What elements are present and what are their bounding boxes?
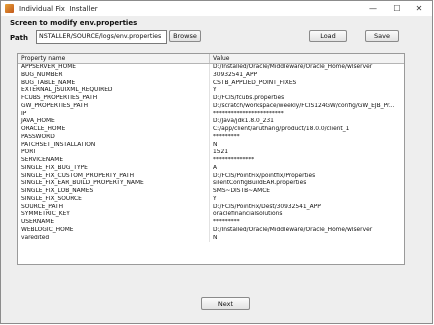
property-name-cell[interactable]: SINGLE_FIX_LOB_NAMES [18,188,210,196]
property-value-cell[interactable]: Y [210,196,404,204]
table-row[interactable]: JAVA_HOME D:/Java/jdk1.8.0_231 [18,118,404,126]
property-name-cell[interactable]: WEBLOGIC_HOME [18,226,210,235]
property-value-cell[interactable]: A [210,165,404,173]
table-row[interactable]: SINGLE_FIX_CUSTOM_PROPERTY_PATH D:/FCIS/P… [18,172,404,181]
property-value-cell[interactable]: 30932541_APP [210,72,404,80]
next-button[interactable]: Next [201,297,250,310]
maximize-icon[interactable]: ☐ [386,1,408,16]
property-name-cell[interactable]: PASSWORD [18,133,210,142]
property-value-cell[interactable]: D:/Installed/Oracle/Middleware/Oracle_Ho… [210,64,404,72]
browse-button[interactable]: Browse [169,30,201,42]
property-name-cell[interactable]: varedited [18,234,210,243]
property-value-cell[interactable]: D:/scratch/workspace/weekly/FCIS124GW/co… [210,103,404,111]
property-name-cell[interactable]: SOURCE_PATH [18,203,210,212]
column-header-value[interactable]: Value [210,54,404,63]
installer-window: Individual Fix Installer — ☐ ✕ Screen to… [0,0,433,324]
property-value-cell[interactable]: N [210,235,404,243]
property-value-cell[interactable]: D:/Java/jdk1.8.0_231 [210,118,404,126]
property-name-cell[interactable]: JAVA_HOME [18,118,210,126]
property-value-cell[interactable]: C:/app/client/aruthang/product/18.0.0/cl… [210,126,404,134]
property-value-cell[interactable]: oraclefinancialsolutions [210,211,404,219]
title-bar: Individual Fix Installer — ☐ ✕ [1,1,432,16]
table-row[interactable]: SINGLE_FIX_LOB_NAMES SMS~DISTB~AMCE [18,188,404,196]
property-name-cell[interactable]: BUG_TABLE_NAME [18,79,210,88]
properties-table: Property name Value APPSERVER_HOME D:/Ins… [17,53,405,265]
property-name-cell[interactable]: SYMMETRIC_KEY [18,211,210,219]
table-row[interactable]: WEBLOGIC_HOME D:/Installed/Oracle/Middlew… [18,226,404,235]
table-row[interactable]: SINGLE_FIX_SOURCE Y [18,195,404,204]
close-icon[interactable]: ✕ [408,1,430,16]
table-row[interactable]: SINGLE_FIX_BUG_TYPE A [18,164,404,173]
property-name-cell[interactable]: SINGLE_FIX_CUSTOM_PROPERTY_PATH [18,172,210,181]
minimize-icon[interactable]: — [362,1,384,16]
property-name-cell[interactable]: PATCHSET_INSTALLATION [18,141,210,150]
property-value-cell[interactable]: Y [210,87,404,95]
column-header-property-name[interactable]: Property name [18,54,210,63]
property-value-cell[interactable]: SMS~DISTB~AMCE [210,188,404,196]
table-row[interactable]: GW_PROPERTIES_PATH D:/scratch/workspace/w… [18,102,404,111]
property-name-cell[interactable]: GW_PROPERTIES_PATH [18,102,210,111]
property-name-cell[interactable]: USERNAME [18,219,210,227]
table-body: APPSERVER_HOME D:/Installed/Oracle/Middle… [18,64,404,243]
table-row[interactable]: IP ************************ [18,110,404,119]
property-value-cell[interactable]: ************** [210,157,404,165]
app-icon [5,4,14,13]
table-row[interactable]: EXTERNAL_JSUIXML_REQUIRED Y [18,87,404,95]
table-row[interactable]: SOURCE_PATH D:/FCIS/PointFix/Dest/3093254… [18,203,404,212]
table-row[interactable]: PORT 1521 [18,149,404,157]
table-row[interactable]: SINGLE_FIX_EAR_BUILD_PROPERTY_NAME silent… [18,180,404,188]
table-row[interactable]: PATCHSET_INSTALLATION N [18,141,404,150]
property-name-cell[interactable]: PORT [18,149,210,157]
screen-heading: Screen to modify env.properties [10,19,138,27]
table-header: Property name Value [18,54,404,64]
property-name-cell[interactable]: SINGLE_FIX_EAR_BUILD_PROPERTY_NAME [18,180,210,188]
property-name-cell[interactable]: SERVICENAME [18,157,210,165]
table-row[interactable]: FCUBS_PROPERTIES_PATH D:/FCIS/fcubs.prope… [18,95,404,103]
property-name-cell[interactable]: APPSERVER_HOME [18,64,210,72]
table-row[interactable]: BUG_NUMBER 30932541_APP [18,71,404,80]
window-title: Individual Fix Installer [19,4,98,13]
property-value-cell[interactable]: ************************ [210,111,404,119]
table-row[interactable]: SYMMETRIC_KEY oraclefinancialsolutions [18,211,404,219]
table-row[interactable]: BUG_TABLE_NAME CSTB_APPLIED_POINT_FIXES [18,79,404,88]
property-value-cell[interactable]: ********* [210,134,404,142]
path-input[interactable]: NSTALLER/SOURCE/logs/env.properties [36,30,167,44]
property-value-cell[interactable]: D:/FCIS/PointFix/pointfix/Properties [210,173,404,181]
property-name-cell[interactable]: SINGLE_FIX_SOURCE [18,195,210,204]
property-value-cell[interactable]: D:/Installed/Oracle/Middleware/Oracle_Ho… [210,227,404,235]
property-value-cell[interactable]: 1521 [210,149,404,157]
property-value-cell[interactable]: D:/FCIS/fcubs.properties [210,95,404,103]
property-name-cell[interactable]: ORACLE_HOME [18,126,210,134]
table-row[interactable]: APPSERVER_HOME D:/Installed/Oracle/Middle… [18,64,404,72]
property-name-cell[interactable]: BUG_NUMBER [18,71,210,80]
property-name-cell[interactable]: FCUBS_PROPERTIES_PATH [18,95,210,103]
table-row[interactable]: SERVICENAME ************** [18,157,404,165]
property-value-cell[interactable]: N [210,142,404,150]
table-row[interactable]: varedited N [18,234,404,243]
load-button[interactable]: Load [309,30,347,42]
property-name-cell[interactable]: EXTERNAL_JSUIXML_REQUIRED [18,87,210,95]
property-name-cell[interactable]: IP [18,110,210,119]
property-name-cell[interactable]: SINGLE_FIX_BUG_TYPE [18,164,210,173]
table-row[interactable]: USERNAME ********* [18,219,404,227]
table-row[interactable]: PASSWORD ********* [18,133,404,142]
property-value-cell[interactable]: CSTB_APPLIED_POINT_FIXES [210,80,404,88]
table-row[interactable]: ORACLE_HOME C:/app/client/aruthang/produc… [18,126,404,134]
property-value-cell[interactable]: D:/FCIS/PointFix/Dest/30932541_APP [210,204,404,212]
path-label: Path [10,34,28,42]
property-value-cell[interactable]: ********* [210,219,404,227]
property-value-cell[interactable]: silentConfigBuildEAR.properties [210,180,404,188]
save-button[interactable]: Save [365,30,399,42]
